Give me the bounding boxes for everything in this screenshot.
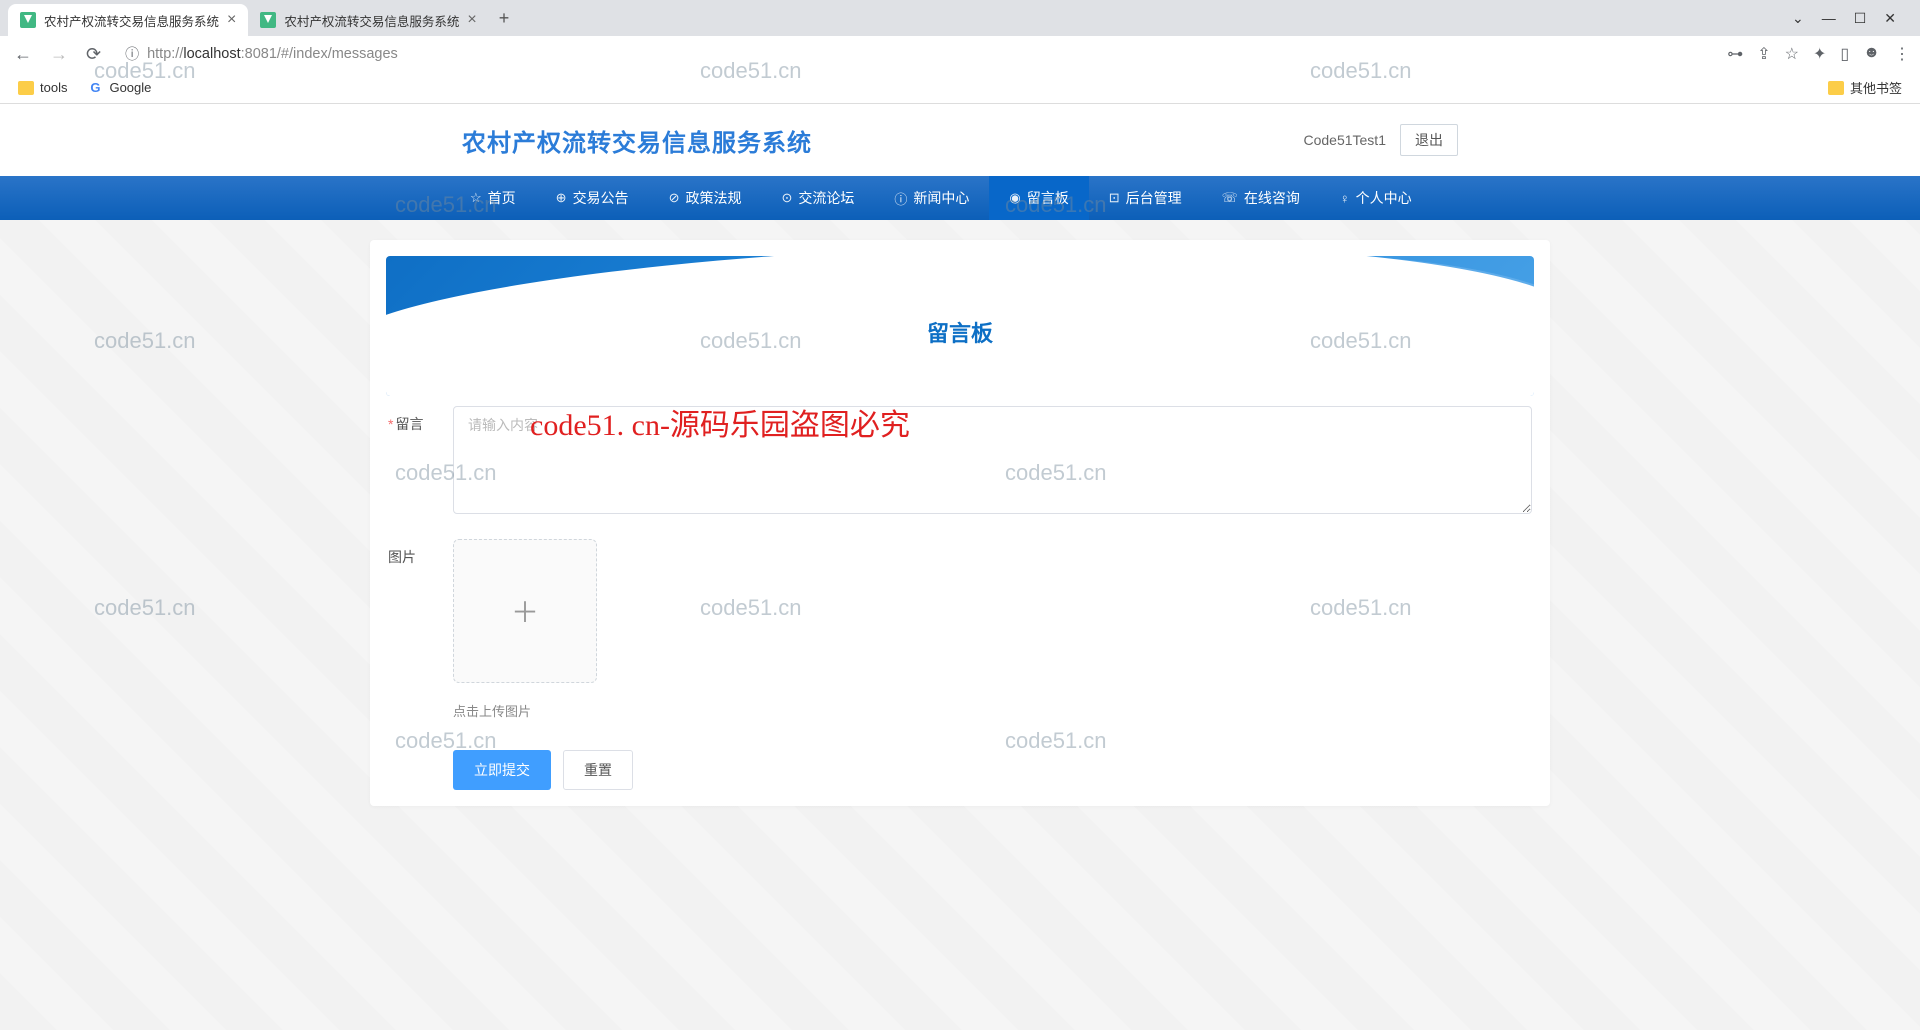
upload-hint: 点击上传图片 (453, 701, 1532, 720)
vue-favicon (20, 12, 36, 28)
username-label: Code51Test1 (1303, 132, 1386, 148)
nav-item-4[interactable]: ⓘ 新闻中心 (874, 176, 989, 220)
site-header: 农村产权流转交易信息服务系统 Code51Test1 退出 (0, 104, 1920, 176)
banner-title: 留言板 (927, 316, 993, 348)
nav-icon: ☆ (470, 190, 482, 206)
address-bar-row: ← → ⟳ ⓘ http://localhost:8081/#/index/me… (0, 36, 1920, 72)
message-form: *留言 图片 ＋ 点击上传图片 立 (386, 396, 1534, 790)
tab-bar: 农村产权流转交易信息服务系统 × 农村产权流转交易信息服务系统 × + ⌄ — … (0, 0, 1920, 36)
google-icon: G (87, 80, 103, 96)
menu-icon[interactable]: ⋮ (1894, 44, 1910, 64)
message-field-label: *留言 (388, 406, 453, 519)
folder-icon (18, 81, 34, 95)
close-window-icon[interactable]: ✕ (1884, 10, 1896, 27)
nav-item-6[interactable]: ⊡ 后台管理 (1089, 176, 1202, 220)
logout-button[interactable]: 退出 (1400, 124, 1458, 156)
nav-item-1[interactable]: ⊕ 交易公告 (536, 176, 649, 220)
back-button[interactable]: ← (10, 42, 36, 67)
bookmark-google[interactable]: G Google (87, 80, 151, 96)
browser-chrome: 农村产权流转交易信息服务系统 × 农村产权流转交易信息服务系统 × + ⌄ — … (0, 0, 1920, 104)
window-controls: ⌄ — ☐ ✕ (1792, 10, 1912, 27)
nav-label: 留言板 (1027, 188, 1069, 208)
bookmark-label: 其他书签 (1850, 78, 1902, 97)
vue-favicon (260, 12, 276, 28)
minimize-icon[interactable]: — (1822, 10, 1836, 27)
info-icon: ⓘ (125, 44, 139, 64)
address-actions: ⊶ ⇪ ☆ ✦ ▯ ☻ ⋮ (1727, 44, 1910, 64)
url-text: http://localhost:8081/#/index/messages (147, 46, 1707, 62)
key-icon[interactable]: ⊶ (1727, 44, 1743, 64)
nav-icon: ⓘ (894, 189, 907, 208)
image-field-label: 图片 (388, 539, 453, 720)
url-bar[interactable]: ⓘ http://localhost:8081/#/index/messages (115, 44, 1717, 64)
nav-label: 政策法规 (685, 188, 741, 208)
bookmark-other[interactable]: 其他书签 (1828, 78, 1902, 97)
tab-title: 农村产权流转交易信息服务系统 (284, 11, 459, 30)
extensions-icon[interactable]: ✦ (1813, 44, 1826, 64)
reset-button[interactable]: 重置 (563, 750, 633, 790)
nav-item-5[interactable]: ◉ 留言板 (989, 176, 1088, 220)
submit-button[interactable]: 立即提交 (453, 750, 551, 790)
forward-button[interactable]: → (46, 42, 72, 67)
maximize-icon[interactable]: ☐ (1854, 10, 1867, 27)
share-icon[interactable]: ⇪ (1757, 44, 1770, 64)
plus-icon: ＋ (511, 591, 539, 631)
nav-label: 在线咨询 (1244, 188, 1300, 208)
bookmarks-bar: tools G Google 其他书签 (0, 72, 1920, 104)
bookmark-label: tools (40, 80, 67, 95)
nav-icon: ⊡ (1109, 190, 1120, 206)
nav-item-8[interactable]: ♀ 个人中心 (1320, 176, 1432, 220)
main-nav: ☆ 首页 ⊕ 交易公告 ⊘ 政策法规 ⊙ 交流论坛 ⓘ 新闻中心 ◉ 留言板 ⊡ 后台管理 ☏ 在线咨询 ♀ 个人… (0, 176, 1920, 220)
nav-label: 个人中心 (1356, 188, 1412, 208)
page-body: 农村产权流转交易信息服务系统 Code51Test1 退出 ☆ 首页 ⊕ 交易公告 ⊘ 政… (0, 104, 1920, 1030)
nav-label: 交易公告 (573, 188, 629, 208)
nav-item-2[interactable]: ⊘ 政策法规 (649, 176, 762, 220)
nav-icon: ⊘ (669, 190, 680, 206)
nav-icon: ♀ (1340, 191, 1350, 206)
nav-item-3[interactable]: ⊙ 交流论坛 (761, 176, 874, 220)
nav-icon: ◉ (1009, 190, 1020, 206)
nav-item-7[interactable]: ☏ 在线咨询 (1202, 176, 1320, 220)
nav-icon: ⊙ (781, 190, 792, 206)
bookmark-label: Google (109, 80, 151, 95)
image-upload-box[interactable]: ＋ (453, 539, 597, 683)
bookmark-tools[interactable]: tools (18, 80, 67, 95)
close-icon[interactable]: × (467, 11, 476, 29)
nav-item-0[interactable]: ☆ 首页 (450, 176, 536, 220)
nav-label: 首页 (488, 188, 516, 208)
star-icon[interactable]: ☆ (1785, 44, 1799, 64)
folder-icon (1828, 81, 1844, 95)
nav-icon: ⊕ (556, 190, 567, 206)
chevron-down-icon[interactable]: ⌄ (1792, 10, 1804, 27)
nav-icon: ☏ (1222, 190, 1238, 206)
reload-button[interactable]: ⟳ (82, 42, 105, 67)
panel-icon[interactable]: ▯ (1840, 44, 1849, 64)
site-logo: 农村产权流转交易信息服务系统 (462, 123, 812, 158)
content-card: 留言板 *留言 图片 ＋ 点击上传图片 (370, 240, 1550, 806)
tab-title: 农村产权流转交易信息服务系统 (44, 11, 219, 30)
profile-icon[interactable]: ☻ (1863, 44, 1880, 64)
message-textarea[interactable] (453, 406, 1532, 514)
new-tab-button[interactable]: + (489, 4, 520, 33)
browser-tab-2[interactable]: 农村产权流转交易信息服务系统 × (248, 4, 488, 36)
nav-label: 交流论坛 (798, 188, 854, 208)
browser-tab-1[interactable]: 农村产权流转交易信息服务系统 × (8, 4, 248, 36)
nav-label: 后台管理 (1126, 188, 1182, 208)
page-banner: 留言板 (386, 256, 1534, 396)
close-icon[interactable]: × (227, 11, 236, 29)
nav-label: 新闻中心 (913, 188, 969, 208)
